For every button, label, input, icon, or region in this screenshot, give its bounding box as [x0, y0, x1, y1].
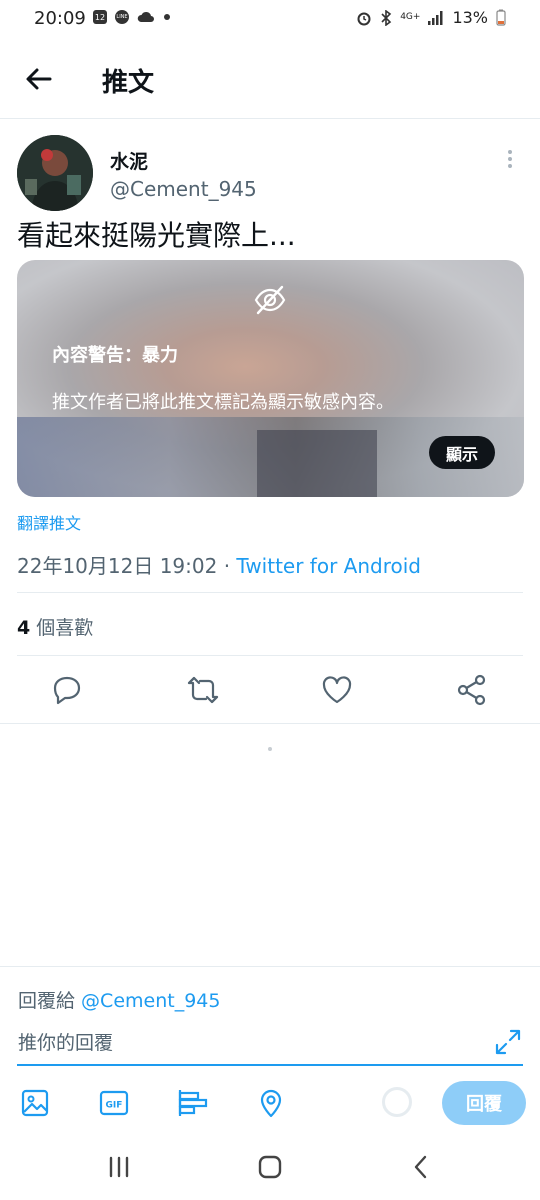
- dot-icon: [164, 14, 170, 20]
- cloud-icon: [137, 11, 154, 22]
- poll-icon[interactable]: [176, 1087, 208, 1119]
- alarm-icon: [357, 12, 371, 25]
- network-type: 4G+: [400, 12, 421, 22]
- share-icon[interactable]: [454, 672, 490, 708]
- reply-icon[interactable]: [49, 672, 85, 708]
- avatar-image: [17, 135, 93, 211]
- loading-indicator: [268, 747, 272, 751]
- content-warning-text: 推文作者已將此推文標記為顯示敏感內容。: [52, 392, 394, 413]
- tweet-source-link[interactable]: Twitter for Android: [236, 554, 421, 578]
- likes-count-link[interactable]: 4 個喜歡: [17, 613, 93, 640]
- back-arrow-icon[interactable]: [22, 62, 56, 96]
- reply-input[interactable]: [18, 1028, 488, 1058]
- status-system-icons: 4G+ 13%: [356, 8, 506, 27]
- reply-button[interactable]: 回覆: [442, 1081, 526, 1125]
- recent-apps-icon[interactable]: [104, 1152, 134, 1182]
- expand-icon[interactable]: [494, 1028, 522, 1056]
- content-warning-title: 內容警告：暴力: [52, 345, 178, 366]
- status-time: 20:09: [34, 8, 86, 29]
- battery-icon: [496, 9, 506, 26]
- retweet-icon[interactable]: [185, 672, 221, 708]
- line-app-icon: LINE: [115, 10, 129, 24]
- tweet-text: 看起來挺陽光實際上...: [17, 219, 296, 252]
- reply-input-underline: [17, 1064, 523, 1066]
- battery-percent: 13%: [452, 8, 488, 27]
- status-bar: 20:09 12 LINE 4G+ 13%: [0, 0, 540, 40]
- divider: [0, 723, 540, 724]
- more-options-icon[interactable]: [500, 148, 520, 170]
- divider: [17, 592, 523, 593]
- status-notification-icons: 12 LINE: [93, 10, 171, 24]
- signal-icon: [428, 10, 443, 25]
- svg-text:GIF: GIF: [106, 1101, 123, 1111]
- author-name[interactable]: 水泥: [110, 147, 148, 174]
- top-app-bar: 推文: [0, 40, 540, 119]
- tweet-timestamp: 22年10月12日 19:02 ·: [17, 554, 237, 578]
- divider: [17, 655, 523, 656]
- composer-divider: [0, 966, 540, 967]
- calendar-icon: 12: [93, 10, 107, 24]
- avatar[interactable]: [17, 135, 93, 211]
- character-count-circle: [382, 1087, 412, 1117]
- blurred-media-shadow: [257, 430, 377, 497]
- replying-prefix: 回覆給: [18, 990, 82, 1012]
- replying-to: 回覆給 @Cement_945: [18, 986, 220, 1013]
- replying-handle-link[interactable]: @Cement_945: [81, 990, 220, 1012]
- gif-icon[interactable]: GIF: [98, 1087, 130, 1119]
- image-icon[interactable]: [19, 1087, 51, 1119]
- author-handle[interactable]: @Cement_945: [110, 177, 257, 201]
- like-heart-icon[interactable]: [319, 672, 355, 708]
- show-media-button[interactable]: 顯示: [429, 436, 495, 469]
- likes-number: 4: [17, 617, 31, 639]
- likes-label: 個喜歡: [30, 617, 94, 639]
- location-icon[interactable]: [255, 1087, 287, 1119]
- tweet-metadata: 22年10月12日 19:02 · Twitter for Android: [17, 550, 421, 579]
- home-icon[interactable]: [255, 1152, 285, 1182]
- translate-tweet-link[interactable]: 翻譯推文: [17, 510, 81, 534]
- bluetooth-icon: [381, 9, 392, 26]
- back-nav-icon[interactable]: [406, 1152, 436, 1182]
- eye-off-icon: [254, 285, 286, 315]
- page-title: 推文: [102, 68, 155, 98]
